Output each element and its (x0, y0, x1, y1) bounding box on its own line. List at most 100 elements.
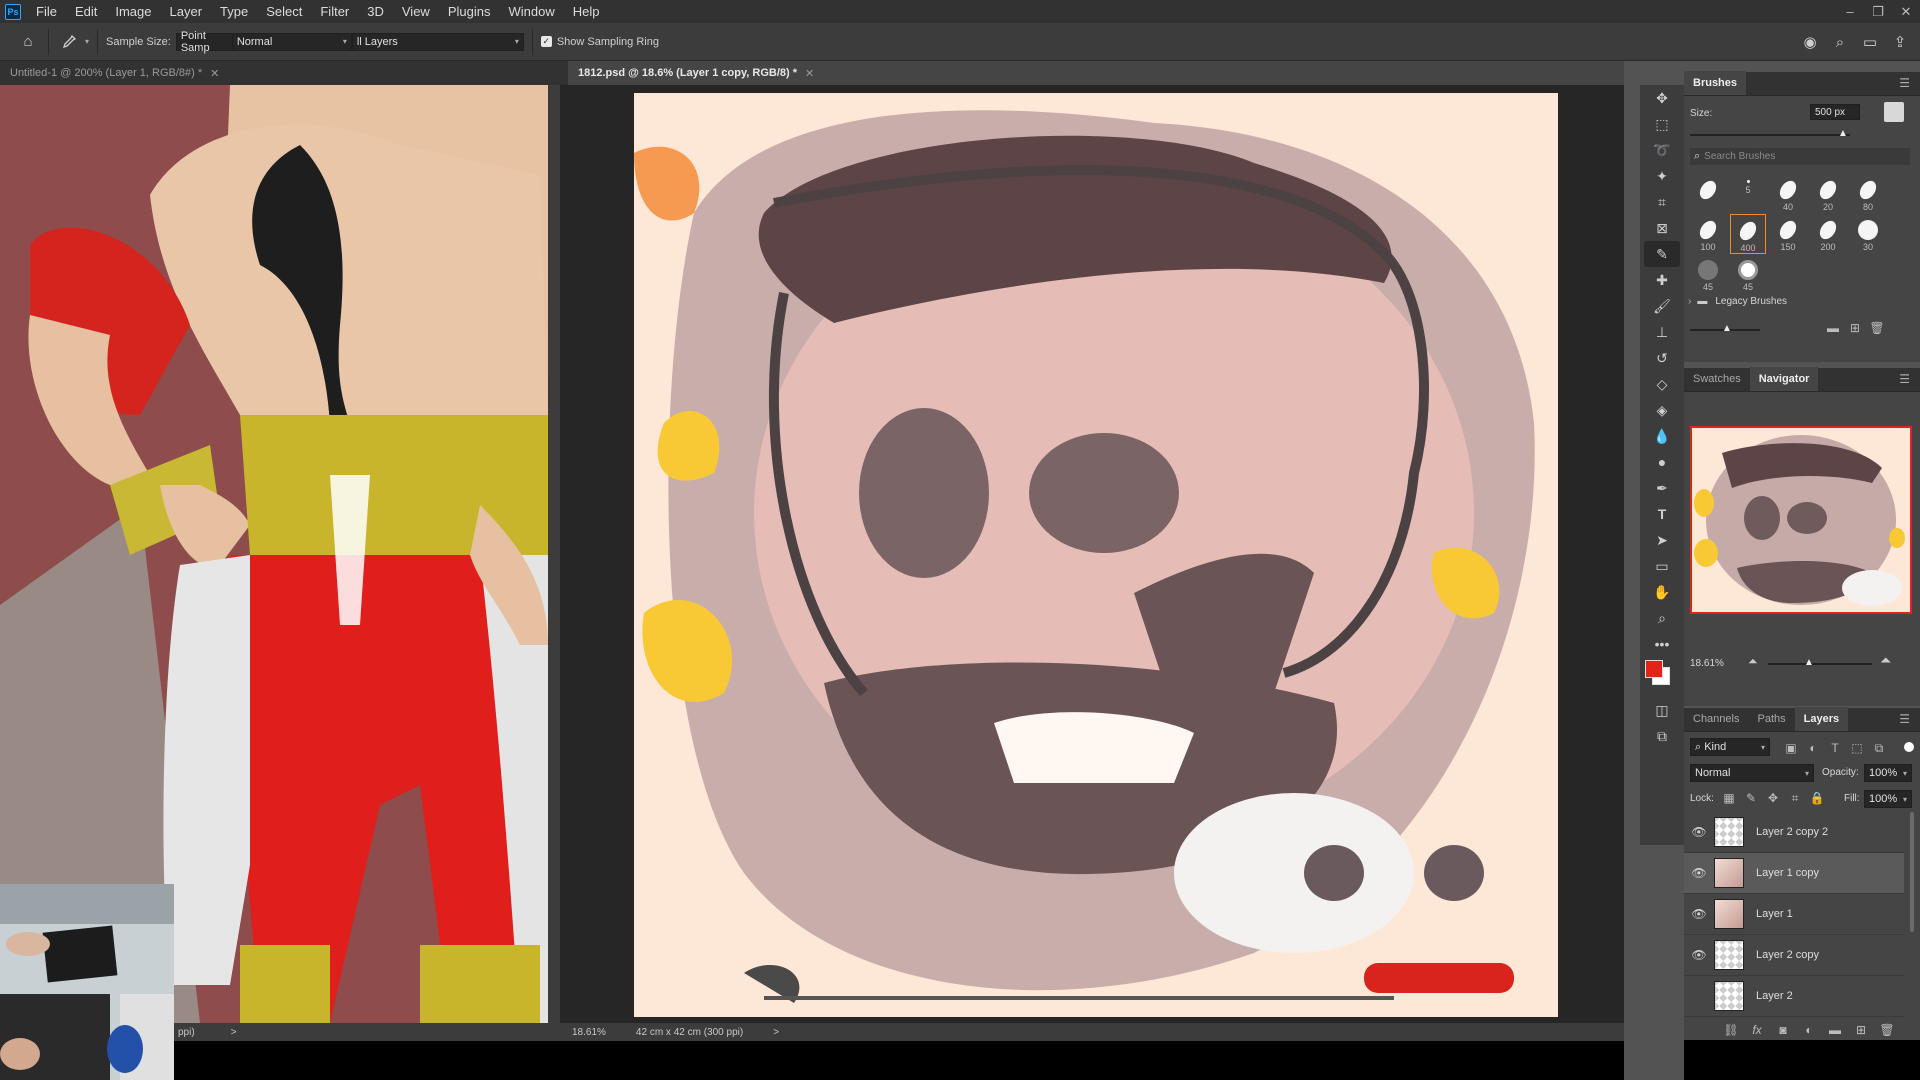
brush-preset[interactable]: 40 (1770, 174, 1806, 214)
close-window-button[interactable]: ✕ (1892, 0, 1920, 23)
type-filter-icon[interactable]: T (1824, 738, 1846, 758)
layer-filter-select[interactable]: ⌕ Kind ▾ (1690, 738, 1770, 756)
lock-all-icon[interactable]: 🔒 (1806, 788, 1828, 808)
tab-layers[interactable]: Layers (1794, 707, 1849, 731)
delete-icon[interactable]: 🗑 (1866, 318, 1888, 338)
menu-plugins[interactable]: Plugins (439, 0, 500, 23)
zoom-level[interactable]: 18.61% (572, 1027, 606, 1038)
foreground-color-swatch[interactable] (1645, 660, 1663, 678)
layer-row[interactable]: 👁 Layer 2 copy (1684, 935, 1904, 976)
type-tool-icon[interactable]: T (1644, 501, 1680, 527)
close-tab-icon[interactable]: ✕ (805, 67, 814, 80)
opacity-input[interactable]: 100% ▾ (1864, 764, 1912, 782)
zoom-tool-icon[interactable]: ⌕ (1644, 605, 1680, 631)
navigator-thumbnail[interactable] (1690, 426, 1912, 614)
zoom-in-icon[interactable]: ⏶ (1880, 652, 1891, 669)
minimize-button[interactable]: – (1836, 0, 1864, 23)
tab-navigator[interactable]: Navigator (1749, 367, 1819, 391)
panel-menu-icon[interactable]: ☰ (1899, 71, 1920, 95)
healing-brush-tool-icon[interactable]: ✚ (1644, 267, 1680, 293)
menu-window[interactable]: Window (499, 0, 563, 23)
frame-tool-icon[interactable]: ⊠ (1644, 215, 1680, 241)
tab-channels[interactable]: Channels (1684, 707, 1748, 731)
menu-edit[interactable]: Edit (66, 0, 106, 23)
brush-settings-icon[interactable] (1884, 102, 1904, 122)
brush-preset[interactable]: 200 (1810, 214, 1846, 254)
path-selection-tool-icon[interactable]: ➤ (1644, 527, 1680, 553)
new-layer-icon[interactable]: ⊞ (1850, 1020, 1872, 1040)
size-slider-track[interactable] (1690, 134, 1850, 136)
menu-filter[interactable]: Filter (311, 0, 358, 23)
magic-wand-tool-icon[interactable]: ✦ (1644, 163, 1680, 189)
fill-input[interactable]: 100% ▾ (1864, 790, 1912, 808)
visibility-eye-icon[interactable]: 👁 (1684, 948, 1714, 962)
tab-paths[interactable]: Paths (1748, 707, 1794, 731)
dodge-tool-icon[interactable]: ● (1644, 449, 1680, 475)
pixel-filter-icon[interactable]: ▣ (1780, 738, 1802, 758)
panel-menu-icon[interactable]: ☰ (1899, 367, 1920, 391)
add-mask-icon[interactable]: ◙ (1772, 1020, 1794, 1040)
menu-help[interactable]: Help (564, 0, 609, 23)
layer-row-selected[interactable]: 👁 Layer 1 copy (1684, 853, 1904, 894)
close-tab-icon[interactable]: ✕ (210, 67, 219, 80)
menu-3d[interactable]: 3D (358, 0, 393, 23)
legacy-brushes-folder[interactable]: › ▬ Legacy Brushes (1688, 296, 1787, 307)
restore-button[interactable]: ❐ (1864, 0, 1892, 23)
learn-icon[interactable]: ◉ (1798, 30, 1822, 54)
brush-preset[interactable]: 80 (1850, 174, 1886, 214)
rectangle-tool-icon[interactable]: ▭ (1644, 553, 1680, 579)
reference-canvas[interactable] (0, 85, 548, 1023)
brush-preset[interactable]: 45 (1690, 254, 1726, 294)
screen-mode-icon[interactable]: ⧉ (1644, 723, 1680, 749)
history-brush-tool-icon[interactable]: ↺ (1644, 345, 1680, 371)
smart-object-filter-icon[interactable]: ⧉ (1868, 738, 1890, 758)
menu-image[interactable]: Image (106, 0, 160, 23)
hand-tool-icon[interactable]: ✋ (1644, 579, 1680, 605)
new-group-icon[interactable]: ▬ (1824, 1020, 1846, 1040)
brush-preset[interactable]: 30 (1850, 214, 1886, 254)
menu-type[interactable]: Type (211, 0, 257, 23)
link-layers-icon[interactable]: ⛓ (1720, 1020, 1742, 1040)
fx-icon[interactable]: fx (1746, 1020, 1768, 1040)
brush-size-input[interactable]: 500 px (1810, 104, 1860, 120)
menu-layer[interactable]: Layer (161, 0, 212, 23)
shape-filter-icon[interactable]: ⬚ (1846, 738, 1868, 758)
lock-position-icon[interactable]: ✥ (1762, 788, 1784, 808)
tab-swatches[interactable]: Swatches (1684, 367, 1750, 391)
brush-tool-icon[interactable]: 🖌 (1644, 293, 1680, 319)
share-icon[interactable]: ⇪ (1888, 30, 1912, 54)
layer-row[interactable]: 👁 Layer 2 copy 2 (1684, 812, 1904, 853)
home-icon[interactable]: ⌂ (16, 30, 40, 54)
size-slider-thumb[interactable]: ▲ (1838, 128, 1848, 139)
lock-pixels-icon[interactable]: ✎ (1740, 788, 1762, 808)
blur-tool-icon[interactable]: 💧 (1644, 423, 1680, 449)
more-tools-icon[interactable]: ••• (1644, 631, 1680, 657)
delete-icon[interactable]: 🗑 (1876, 1020, 1898, 1040)
brush-preset-selected[interactable]: 400 (1730, 214, 1766, 254)
new-group-icon[interactable]: ▬ (1822, 318, 1844, 338)
menu-file[interactable]: File (27, 0, 66, 23)
chevron-down-icon[interactable]: ▾ (85, 37, 89, 46)
menu-select[interactable]: Select (257, 0, 311, 23)
main-doc-tab[interactable]: 1812.psd @ 18.6% (Layer 1 copy, RGB/8) *… (568, 61, 1624, 85)
layer-row[interactable]: 👁 Layer 2 (1684, 976, 1904, 1017)
navigator-zoom[interactable]: 18.61% (1690, 658, 1724, 669)
move-tool-icon[interactable]: ✥ (1644, 85, 1680, 111)
visibility-eye-icon[interactable]: 👁 (1684, 825, 1714, 839)
search-icon[interactable]: ⌕ (1828, 30, 1852, 54)
eyedropper-preset-icon[interactable] (57, 30, 81, 54)
paint-bucket-tool-icon[interactable]: ◈ (1644, 397, 1680, 423)
left-doc-tab[interactable]: Untitled-1 @ 200% (Layer 1, RGB/8#) * ✕ (0, 61, 560, 85)
panel-menu-icon[interactable]: ☰ (1899, 707, 1920, 731)
filter-toggle-icon[interactable] (1904, 742, 1914, 752)
brush-preset[interactable] (1690, 174, 1726, 214)
layer-row[interactable]: 👁 Layer 1 (1684, 894, 1904, 935)
preview-slider-thumb[interactable]: ▲ (1722, 323, 1732, 334)
status-arrow-icon[interactable]: > (773, 1027, 779, 1038)
status-arrow-icon[interactable]: > (231, 1027, 237, 1038)
new-brush-icon[interactable]: ⊞ (1844, 318, 1866, 338)
sample-layers-select[interactable]: ll Layers ▾ (351, 32, 524, 51)
visibility-eye-icon[interactable]: 👁 (1684, 866, 1714, 880)
main-canvas-area[interactable] (560, 85, 1624, 1023)
lock-transparent-icon[interactable]: ▦ (1718, 788, 1740, 808)
